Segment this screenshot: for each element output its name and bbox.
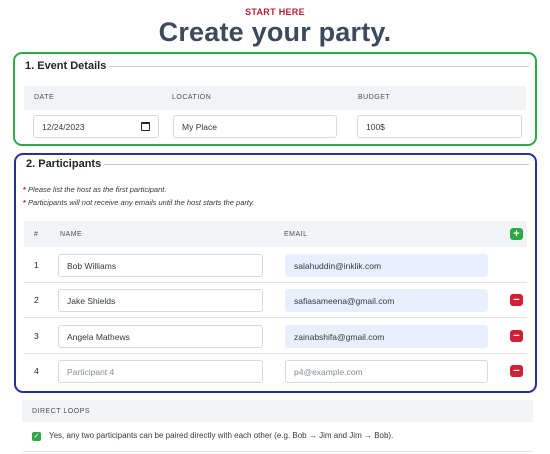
event-details-section: 1. Event Details DATE LOCATION BUDGET 12… [13, 52, 537, 146]
participant-row: 4 Participant 4 p4@example.com − [24, 354, 527, 389]
direct-loops-header: DIRECT LOOPS [22, 400, 533, 422]
participant-row: 1 Bob Williams salahuddin@inklik.com [24, 248, 527, 283]
participant-email-input[interactable]: salahuddin@inklik.com [285, 254, 488, 277]
remove-participant-button[interactable]: − [510, 330, 523, 342]
budget-field[interactable]: 100$ [357, 115, 522, 138]
page-title: Create your party. [158, 17, 392, 47]
row-number: 2 [34, 295, 39, 305]
participant-email-input[interactable]: zainabshifa@gmail.com [285, 325, 488, 348]
direct-loops-label: Yes, any two participants can be paired … [49, 431, 394, 440]
add-participant-button[interactable]: + [510, 228, 523, 240]
budget-column-header: BUDGET [358, 94, 391, 101]
participant-row: 2 Jake Shields safiasameena@gmail.com − [24, 283, 527, 318]
row-number: 4 [34, 366, 39, 376]
participant-name-input[interactable]: Bob Williams [58, 254, 263, 277]
event-details-legend: 1. Event Details [22, 60, 110, 72]
host-note: * Please list the host as the first part… [23, 185, 167, 194]
name-column-header: NAME [60, 231, 83, 238]
budget-value: 100$ [366, 121, 385, 132]
direct-loops-checkbox[interactable]: ✓ [32, 432, 41, 441]
participant-row: 3 Angela Mathews zainabshifa@gmail.com − [24, 319, 527, 354]
location-column-header: LOCATION [172, 94, 212, 101]
direct-loops-title: DIRECT LOOPS [32, 408, 90, 415]
remove-participant-button[interactable]: − [510, 365, 523, 377]
eyebrow-label: START HERE [245, 7, 305, 17]
participant-name-input[interactable]: Jake Shields [58, 289, 263, 312]
required-star: * [23, 198, 26, 207]
row-number: 3 [34, 331, 39, 341]
date-field[interactable]: 12/24/2023 [33, 115, 159, 138]
remove-participant-button[interactable]: − [510, 294, 523, 306]
participant-email-input[interactable]: safiasameena@gmail.com [285, 289, 488, 312]
row-number: 1 [34, 260, 39, 270]
date-column-header: DATE [34, 94, 55, 101]
legend-divider [109, 66, 529, 67]
location-value: My Place [182, 121, 217, 132]
participants-header-row: # NAME EMAIL + [24, 221, 527, 247]
email-column-header: EMAIL [284, 231, 308, 238]
required-star: * [23, 185, 26, 194]
participant-email-input[interactable]: p4@example.com [285, 360, 488, 383]
participant-name-input[interactable]: Angela Mathews [58, 325, 263, 348]
number-column-header: # [34, 231, 39, 238]
email-note: * Participants will not receive any emai… [23, 198, 255, 207]
participants-section: 2. Participants * Please list the host a… [14, 153, 537, 393]
event-header-row: DATE LOCATION BUDGET [24, 86, 526, 110]
direct-loops-row: ✓ Yes, any two participants can be paire… [22, 422, 533, 452]
legend-divider [102, 164, 529, 165]
location-field[interactable]: My Place [173, 115, 337, 138]
calendar-icon[interactable] [141, 122, 150, 131]
participants-legend: 2. Participants [23, 158, 105, 170]
participant-name-input[interactable]: Participant 4 [58, 360, 263, 383]
date-value: 12/24/2023 [42, 121, 85, 132]
